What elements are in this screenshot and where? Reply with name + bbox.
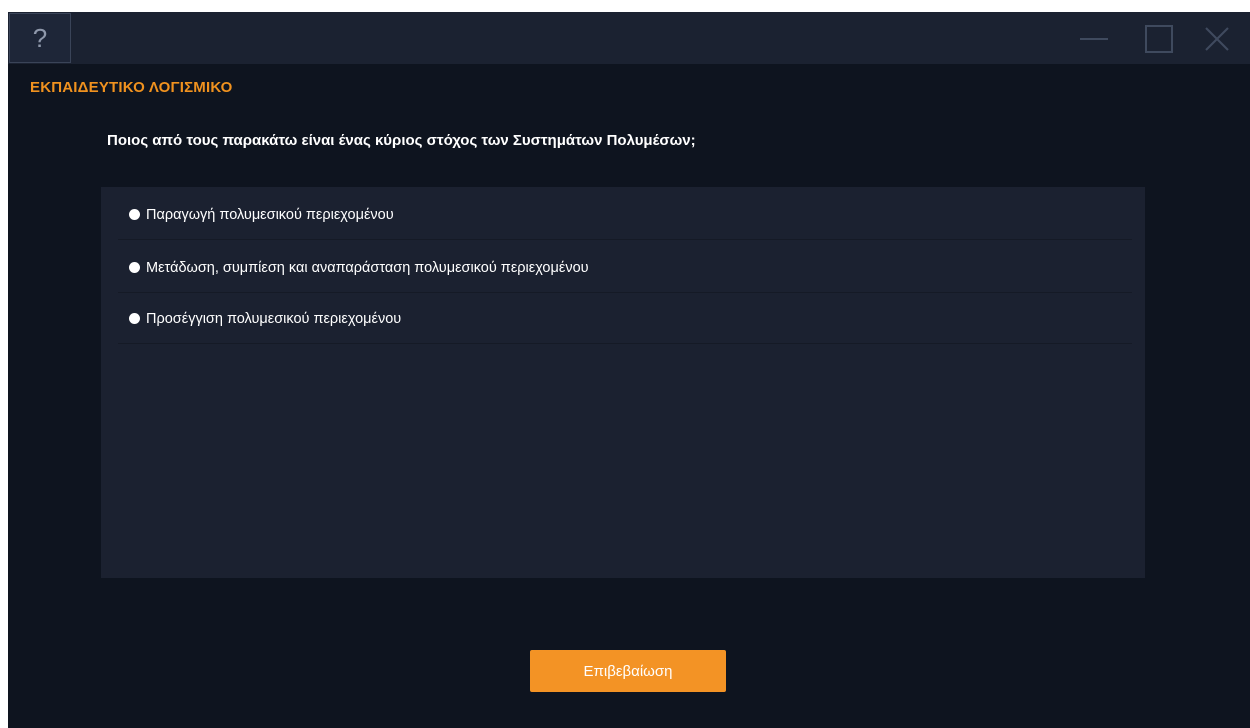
answer-option-label: Προσέγγιση πολυμεσικού περιεχομένου	[146, 310, 402, 327]
help-button[interactable]: ?	[9, 13, 71, 63]
question-text: Ποιος από τους παρακάτω είναι ένας κύριο…	[107, 132, 696, 149]
answer-option-1[interactable]: Παραγωγή πολυμεσικού περιεχομένου	[118, 190, 1132, 240]
answer-option-label: Παραγωγή πολυμεσικού περιεχομένου	[146, 206, 394, 223]
radio-button[interactable]	[129, 262, 140, 273]
answer-option-label: Μετάδωση, συμπίεση και αναπαράσταση πολυ…	[146, 259, 589, 276]
close-icon[interactable]	[1200, 22, 1234, 56]
title-bar: ?	[8, 12, 1250, 64]
radio-button[interactable]	[129, 209, 140, 220]
answer-option-2[interactable]: Μετάδωση, συμπίεση και αναπαράσταση πολυ…	[118, 243, 1132, 293]
minimize-icon[interactable]	[1077, 22, 1111, 56]
maximize-icon[interactable]	[1142, 22, 1176, 56]
radio-button[interactable]	[129, 313, 140, 324]
confirm-button[interactable]: Επιβεβαίωση	[530, 650, 726, 692]
app-window: ? ΕΚΠΑΙΔΕΥΤΙΚΟ ΛΟΓΙΣΜΙΚΟ Ποιος από τους …	[8, 12, 1250, 728]
answer-option-3[interactable]: Προσέγγιση πολυμεσικού περιεχομένου	[118, 294, 1132, 344]
options-panel: Παραγωγή πολυμεσικού περιεχομένου Μετάδω…	[101, 187, 1145, 578]
app-title: ΕΚΠΑΙΔΕΥΤΙΚΟ ΛΟΓΙΣΜΙΚΟ	[30, 79, 233, 96]
